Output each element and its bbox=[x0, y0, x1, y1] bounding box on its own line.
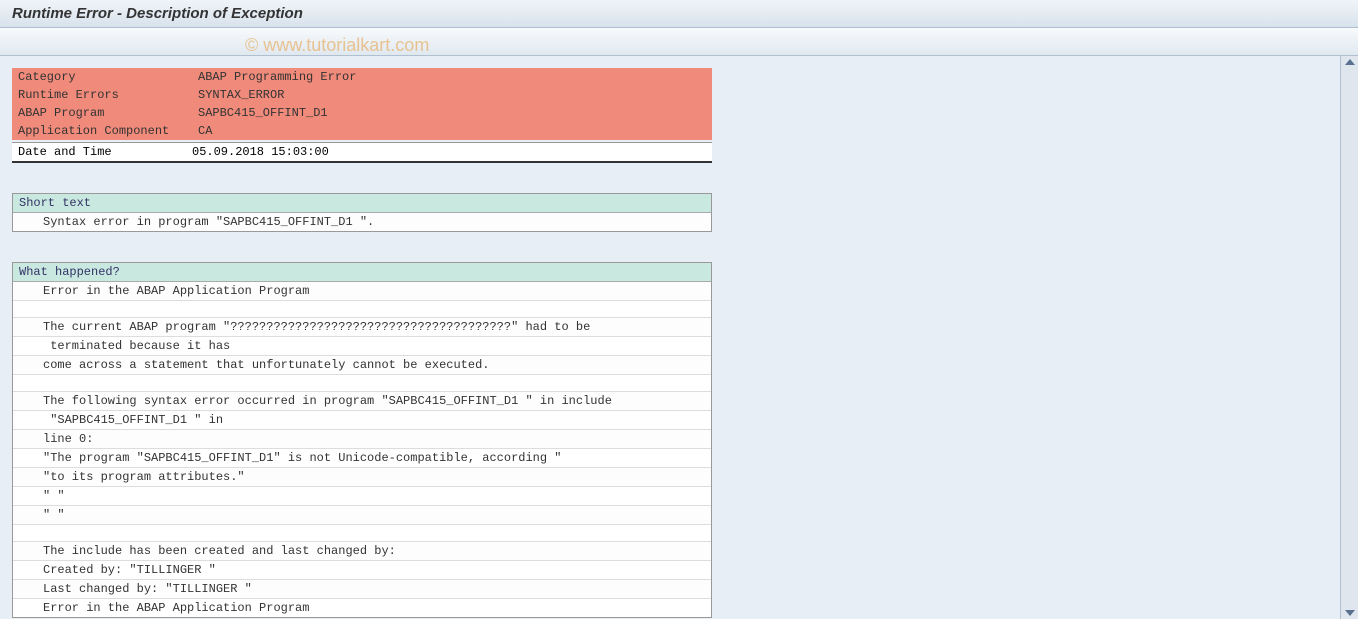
text-line bbox=[13, 375, 711, 392]
text-line: terminated because it has bbox=[13, 337, 711, 356]
text-line bbox=[13, 301, 711, 318]
table-row: Application ComponentCA bbox=[12, 122, 712, 140]
text-line: The include has been created and last ch… bbox=[13, 542, 711, 561]
text-line: The following syntax error occurred in p… bbox=[13, 392, 711, 411]
text-line: " " bbox=[13, 506, 711, 525]
text-line: Last changed by: "TILLINGER " bbox=[13, 580, 711, 599]
text-line: line 0: bbox=[13, 430, 711, 449]
text-line: Error in the ABAP Application Program bbox=[13, 282, 711, 301]
text-line: " " bbox=[13, 487, 711, 506]
what-happened-section: What happened? Error in the ABAP Applica… bbox=[12, 262, 712, 618]
text-line: "to its program attributes." bbox=[13, 468, 711, 487]
error-summary-table: CategoryABAP Programming ErrorRuntime Er… bbox=[12, 68, 712, 140]
short-text-header: Short text bbox=[13, 194, 711, 213]
vertical-scrollbar[interactable] bbox=[1340, 56, 1358, 619]
text-line: "The program "SAPBC415_OFFINT_D1" is not… bbox=[13, 449, 711, 468]
summary-label: ABAP Program bbox=[12, 104, 192, 122]
text-line: Created by: "TILLINGER " bbox=[13, 561, 711, 580]
summary-value: SAPBC415_OFFINT_D1 bbox=[192, 104, 712, 122]
summary-value: ABAP Programming Error bbox=[192, 68, 712, 86]
window-title: Runtime Error - Description of Exception bbox=[12, 5, 303, 22]
window-title-bar: Runtime Error - Description of Exception bbox=[0, 0, 1358, 28]
date-time-row: Date and Time 05.09.2018 15:03:00 bbox=[12, 142, 712, 163]
table-row: Runtime ErrorsSYNTAX_ERROR bbox=[12, 86, 712, 104]
toolbar bbox=[0, 28, 1358, 56]
scroll-down-icon[interactable] bbox=[1345, 610, 1355, 616]
date-time-value: 05.09.2018 15:03:00 bbox=[192, 145, 329, 159]
text-line: come across a statement that unfortunate… bbox=[13, 356, 711, 375]
scroll-track[interactable] bbox=[1341, 65, 1358, 610]
summary-value: SYNTAX_ERROR bbox=[192, 86, 712, 104]
what-happened-header: What happened? bbox=[13, 263, 711, 282]
text-line: Error in the ABAP Application Program bbox=[13, 599, 711, 617]
summary-label: Category bbox=[12, 68, 192, 86]
table-row: CategoryABAP Programming Error bbox=[12, 68, 712, 86]
summary-label: Application Component bbox=[12, 122, 192, 140]
text-line bbox=[13, 525, 711, 542]
content-area: CategoryABAP Programming ErrorRuntime Er… bbox=[0, 56, 1340, 619]
table-row: ABAP ProgramSAPBC415_OFFINT_D1 bbox=[12, 104, 712, 122]
date-time-label: Date and Time bbox=[18, 145, 192, 159]
text-line: "SAPBC415_OFFINT_D1 " in bbox=[13, 411, 711, 430]
summary-label: Runtime Errors bbox=[12, 86, 192, 104]
short-text-section: Short text Syntax error in program "SAPB… bbox=[12, 193, 712, 232]
text-line: Syntax error in program "SAPBC415_OFFINT… bbox=[13, 213, 711, 231]
text-line: The current ABAP program "??????????????… bbox=[13, 318, 711, 337]
summary-value: CA bbox=[192, 122, 712, 140]
